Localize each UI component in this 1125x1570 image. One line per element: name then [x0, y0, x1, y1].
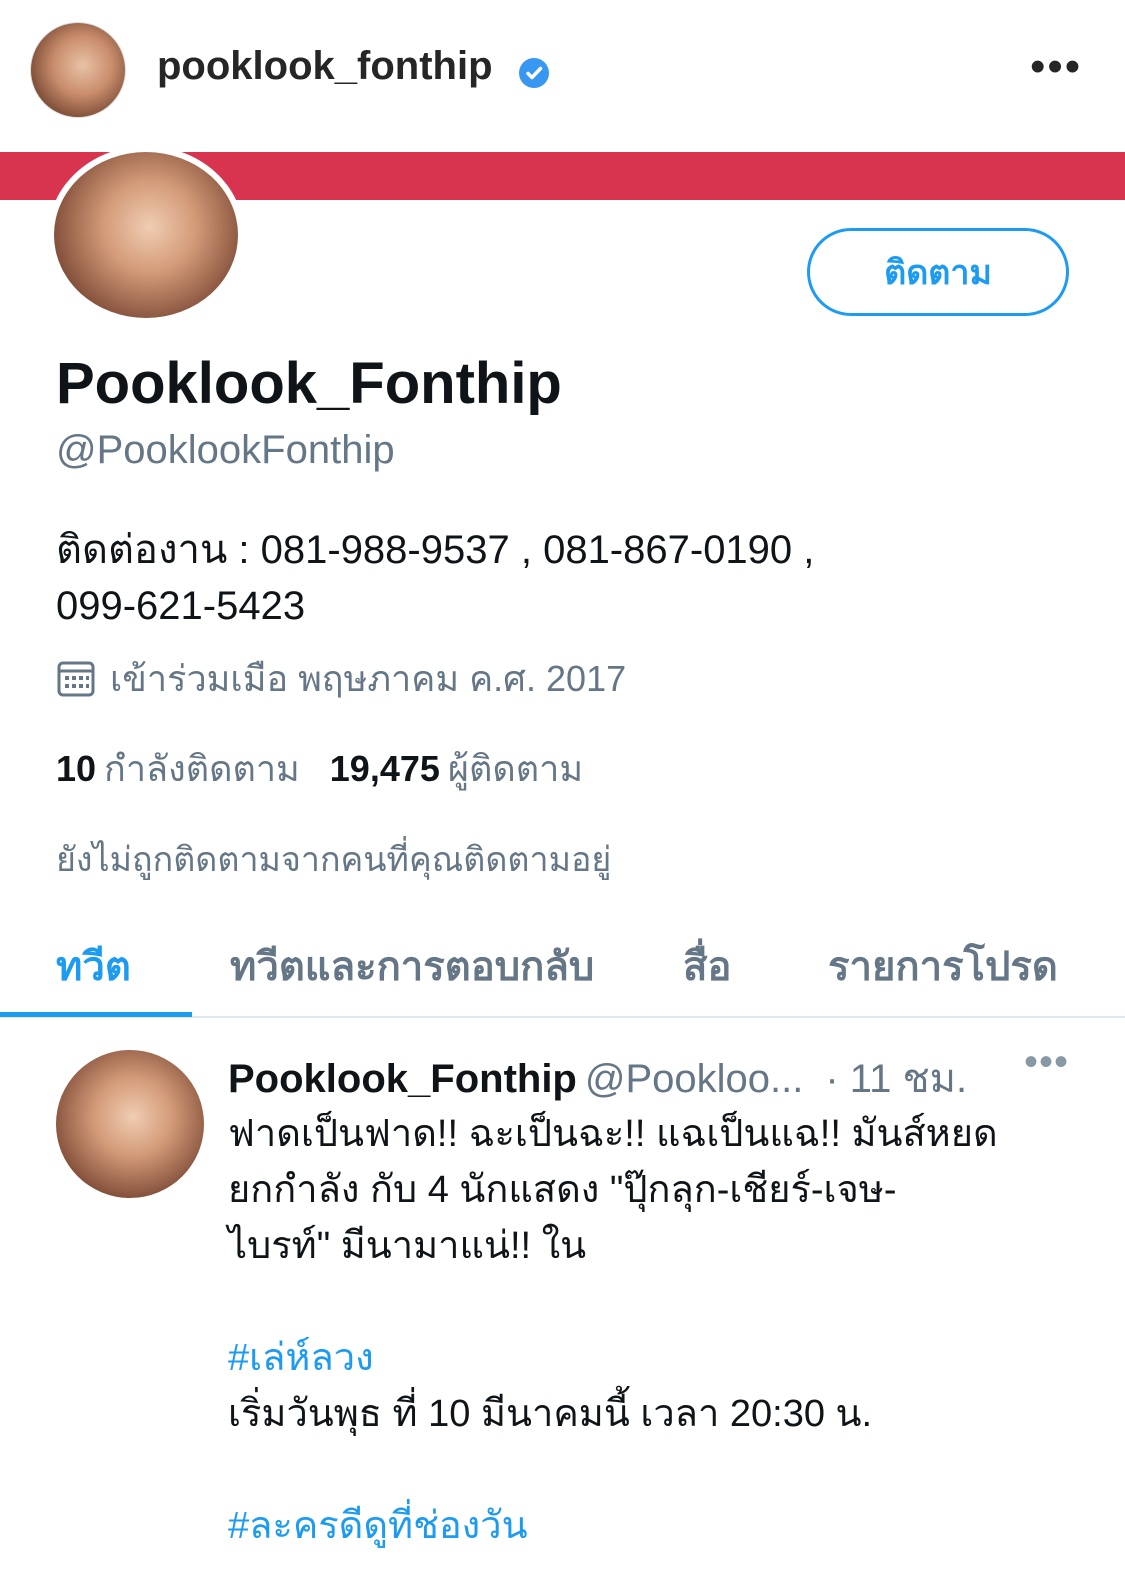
- tweet-author-handle[interactable]: @Pookloo...: [585, 1057, 804, 1101]
- tab-tweets-and-replies[interactable]: ทวีตและการตอบกลับ: [230, 934, 594, 998]
- follow-button[interactable]: ติดตาม: [807, 228, 1069, 316]
- tweet-text: ฟาดเป็นฟาด!! ฉะเป็นฉะ!! แฉเป็นแฉ!! มันส์…: [228, 1106, 1088, 1554]
- profile-avatar[interactable]: [48, 146, 244, 324]
- followers-stat[interactable]: 19,475 ผู้ติดตาม: [330, 740, 583, 797]
- tweet-timestamp[interactable]: · 11 ชม.: [825, 1057, 967, 1101]
- instagram-header: pooklook_fonthip •••: [0, 0, 1125, 140]
- following-label: กำลังติดตาม: [104, 748, 300, 789]
- not-followed-notice: ยังไม่ถูกติดตามจากคนที่คุณติดตามอยู่: [56, 841, 612, 879]
- tab-likes[interactable]: รายการโปรด: [828, 934, 1058, 998]
- tab-media[interactable]: สื่อ: [683, 934, 731, 998]
- calendar-icon: [57, 661, 95, 697]
- tweet-line: เริ่มวันพุธ ที่ 10 มีนาคมนี้ เวลา 20:30 …: [228, 1393, 873, 1435]
- bio-line: ติดต่องาน : 081-988-9537 , 081-867-0190 …: [56, 528, 815, 572]
- tweet-line: ยกกำลัง กับ 4 นักแสดง "ปุ๊กลุก-เชียร์-เจ…: [228, 1169, 897, 1211]
- tweet-header: Pooklook_Fonthip @Pookloo... · 11 ชม.: [228, 1046, 1088, 1110]
- tweet-line: ไบรท์" มีนามาแน่!! ใน: [228, 1225, 587, 1267]
- verified-badge-icon: [519, 58, 549, 88]
- profile-tabs: ทวีต ทวีตและการตอบกลับ สื่อ รายการโปรด: [0, 920, 1125, 1018]
- following-count: 10: [56, 748, 97, 789]
- followers-label: ผู้ติดตาม: [447, 748, 584, 789]
- tweet-line: ฟาดเป็นฟาด!! ฉะเป็นฉะ!! แฉเป็นแฉ!! มันส์…: [228, 1113, 998, 1155]
- profile-display-name: Pooklook_Fonthip: [56, 351, 562, 416]
- tweet-avatar[interactable]: [56, 1050, 204, 1198]
- tweet-more-icon[interactable]: •••: [1024, 1040, 1069, 1085]
- profile-handle: @PooklookFonthip: [56, 428, 395, 472]
- followers-count: 19,475: [329, 748, 440, 789]
- profile-bio: ติดต่องาน : 081-988-9537 , 081-867-0190 …: [56, 522, 1076, 634]
- instagram-avatar[interactable]: [30, 22, 126, 118]
- joined-date: เข้าร่วมเมือ พฤษภาคม ค.ศ. 2017: [56, 656, 626, 700]
- tab-tweets[interactable]: ทวีต: [56, 934, 131, 998]
- instagram-username[interactable]: pooklook_fonthip: [157, 44, 493, 89]
- joined-text: เข้าร่วมเมือ พฤษภาคม ค.ศ. 2017: [110, 657, 627, 699]
- more-options-icon[interactable]: •••: [1030, 45, 1082, 89]
- active-tab-indicator: [0, 1012, 192, 1017]
- tweet-hashtag[interactable]: #เล่ห์ลวง: [228, 1330, 1088, 1386]
- tweet-hashtag[interactable]: #ละครดีดูที่ช่องวัน: [228, 1498, 1088, 1554]
- bio-line: 099-621-5423: [56, 584, 306, 628]
- follow-stats: 10 กำลังติดตาม 19,475 ผู้ติดตาม: [56, 740, 583, 797]
- following-stat[interactable]: 10 กำลังติดตาม: [56, 740, 300, 797]
- tweet-author-name[interactable]: Pooklook_Fonthip: [228, 1057, 577, 1101]
